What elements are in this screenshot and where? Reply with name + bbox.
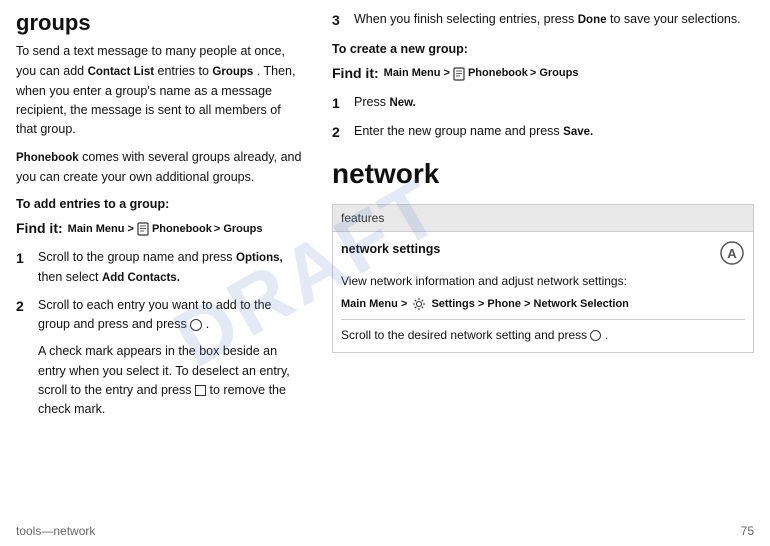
- features-header: features: [333, 205, 753, 233]
- phonebook-icon-right: [452, 67, 466, 81]
- step3-right: 3 When you finish selecting entries, pre…: [332, 10, 754, 32]
- find-it-label-right: Find it:: [332, 63, 379, 85]
- find-it-label-left: Find it:: [16, 218, 63, 240]
- footer-label: tools—network: [16, 524, 95, 538]
- network-scroll-text: Scroll to the desired network setting an…: [341, 326, 745, 344]
- find-it-groups-left: > Groups: [214, 221, 263, 238]
- options-word: Options,: [236, 252, 283, 264]
- find-it-path-right: Main Menu >: [384, 65, 450, 82]
- step3-content-right: When you finish selecting entries, press…: [354, 10, 754, 32]
- network-a-icon: A: [719, 240, 745, 266]
- step2-left: 2 Scroll to each entry you want to add t…: [16, 296, 304, 335]
- find-it-phonebook-right: Phonebook: [468, 65, 528, 82]
- intro-text-2: entries to: [158, 64, 213, 78]
- step2-and-press: and press: [132, 317, 190, 331]
- save-word: Save.: [563, 126, 593, 138]
- phonebook-paragraph: Phonebook comes with several groups alre…: [16, 148, 304, 187]
- phonebook-word: Phonebook: [16, 152, 79, 164]
- bullet-button-left: [190, 319, 202, 331]
- network-desc: View network information and adjust netw…: [341, 272, 745, 290]
- network-settings-label: network settings: [341, 240, 440, 259]
- add-entries-heading: To add entries to a group:: [16, 195, 304, 214]
- settings-icon: [412, 297, 426, 311]
- step2-subtext: A check mark appears in the box beside a…: [38, 342, 304, 420]
- left-column: groups To send a text message to many pe…: [0, 0, 320, 546]
- features-box: features network settings A View network…: [332, 204, 754, 354]
- network-heading: network: [332, 152, 754, 195]
- add-contacts-word: Add Contacts.: [102, 272, 180, 284]
- step1-num-left: 1: [16, 248, 30, 288]
- step1-content-right: Press New.: [354, 93, 754, 115]
- step2-num-left: 2: [16, 296, 30, 335]
- step1-right: 1 Press New.: [332, 93, 754, 115]
- network-selection-word: Network Selection: [534, 298, 629, 310]
- intro-paragraph: To send a text message to many people at…: [16, 42, 304, 139]
- step2-num-right: 2: [332, 122, 346, 144]
- done-word: Done: [578, 14, 607, 26]
- step1-left: 1 Scroll to the group name and press Opt…: [16, 248, 304, 288]
- phonebook-icon-left: [136, 222, 150, 236]
- step2-content-left: Scroll to each entry you want to add to …: [38, 296, 304, 335]
- find-it-phonebook-left: Phonebook: [152, 221, 212, 238]
- groups-word: Groups: [212, 66, 253, 78]
- bullet-button-network: [590, 330, 601, 341]
- step2-subtext-content: A check mark appears in the box beside a…: [38, 344, 290, 416]
- contact-list-word: Contact List: [88, 66, 154, 78]
- features-content: network settings A View network informat…: [333, 232, 753, 352]
- svg-text:A: A: [727, 246, 737, 261]
- step1-num-right: 1: [332, 93, 346, 115]
- find-it-groups-right: > Groups: [530, 65, 579, 82]
- step1-then: then select: [38, 270, 98, 284]
- network-menu-path: Main Menu > Settings > Phone > Network S…: [341, 296, 745, 313]
- right-column: 3 When you finish selecting entries, pre…: [320, 0, 770, 546]
- new-word: New.: [389, 97, 415, 109]
- checkbox-button: [195, 385, 206, 396]
- step2-content-right: Enter the new group name and press Save.: [354, 122, 754, 144]
- groups-heading: groups: [16, 10, 304, 36]
- new-group-heading: To create a new group:: [332, 40, 754, 59]
- page-number: 75: [741, 524, 754, 538]
- find-it-path-left: Main Menu >: [68, 221, 134, 238]
- find-it-line-right: Find it: Main Menu > Phonebook > Groups: [332, 63, 754, 85]
- features-divider: [341, 319, 745, 320]
- step1-content-left: Scroll to the group name and press Optio…: [38, 248, 304, 288]
- find-it-line-left: Find it: Main Menu > Phonebook > Groups: [16, 218, 304, 240]
- step3-num-right: 3: [332, 10, 346, 32]
- step2-right: 2 Enter the new group name and press Sav…: [332, 122, 754, 144]
- network-settings-row: network settings A: [341, 240, 745, 266]
